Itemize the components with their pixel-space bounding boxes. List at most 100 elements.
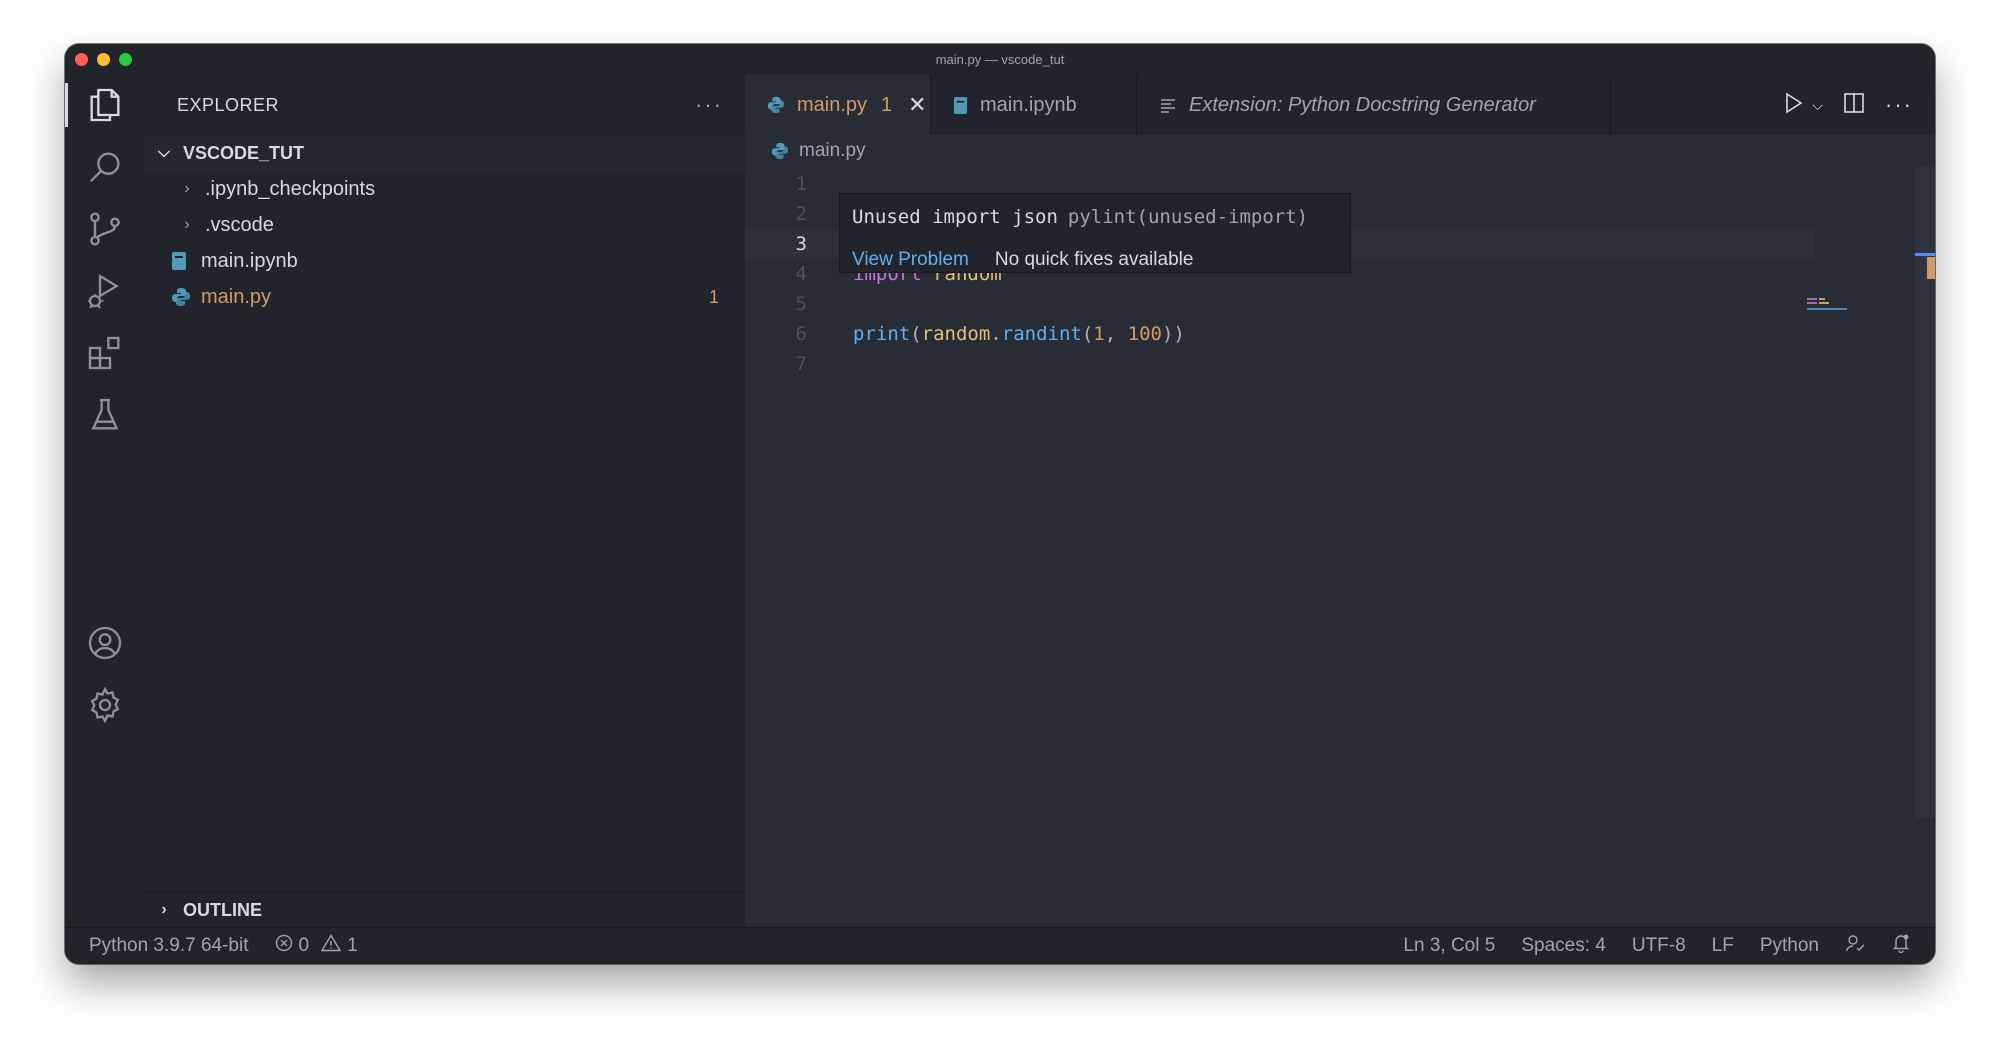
split-editor-icon[interactable] [1843,92,1865,119]
code-token: )) [1161,323,1185,345]
error-count: 0 [298,935,310,956]
chevron-right-icon: › [184,180,190,197]
hover-source: pylint(unused-import) [1067,206,1309,228]
extensions-icon[interactable] [65,323,145,383]
code-token: 100 [1127,323,1162,345]
status-bar: Python 3.9.7 64-bit 0 1 Ln 3, Col 5 Spac… [65,927,1935,964]
code-token: ( [910,323,922,345]
breadcrumb: main.py [745,135,1935,167]
settings-gear-icon[interactable] [65,675,145,735]
title-bar: main.py — vscode_tut [65,44,1935,75]
tree-item-ipynb-checkpoints[interactable]: › .ipynb_checkpoints [145,171,745,207]
line-number: 1 [795,173,807,195]
end-of-line[interactable]: LF [1712,935,1734,957]
python-interpreter[interactable]: Python 3.9.7 64-bit [89,935,249,957]
line-number: 6 [795,323,807,345]
code-token: 1 [1093,323,1105,345]
feedback-icon[interactable] [1845,933,1865,959]
status-right: Ln 3, Col 5 Spaces: 4 UTF-8 LF Python [1403,933,1935,959]
notebook-file-icon [171,251,191,271]
line-number: 4 [795,263,807,285]
outline-section[interactable]: › OUTLINE [145,891,745,928]
code-token: , [1104,323,1128,345]
more-actions-icon[interactable]: ··· [695,92,723,118]
line-number: 7 [795,353,807,375]
notifications-bell-icon[interactable] [1891,933,1911,959]
tree-item-vscode[interactable]: › .vscode [145,207,745,243]
minimap[interactable] [1807,295,1907,311]
tree-item-label: main.py [201,285,272,308]
tab-extension-docstring[interactable]: Extension: Python Docstring Generator [1137,75,1611,135]
explorer-sidebar: EXPLORER ··· ⌵ VSCODE_TUT › .ipynb_check… [145,75,745,928]
code-editor[interactable]: 1 2 3 import json 4 import random 5 6 pr… [745,167,1935,928]
more-actions-icon[interactable]: ··· [1885,92,1913,118]
scroll-cursor-marker [1915,253,1935,256]
close-icon[interactable]: ✕ [908,92,926,118]
run-debug-icon[interactable] [65,261,145,321]
tab-problem-badge: 1 [881,93,893,116]
tab-main-py[interactable]: main.py 1 ✕ [745,75,931,135]
indentation[interactable]: Spaces: 4 [1521,935,1606,957]
language-mode[interactable]: Python [1760,935,1819,957]
tree-item-main-ipynb[interactable]: main.ipynb [145,243,745,279]
editor-actions: ⌵ ··· [1784,75,1913,135]
python-file-icon [767,96,785,114]
line-number: 5 [795,293,807,315]
encoding[interactable]: UTF-8 [1632,935,1686,957]
editor-area: main.py 1 ✕ main.ipynb Extension: Python… [745,75,1935,928]
breadcrumb-file[interactable]: main.py [799,140,866,162]
activity-bar [65,75,145,928]
tree-item-main-py[interactable]: main.py 1 [145,279,745,315]
tab-label: Extension: Python Docstring Generator [1189,93,1536,116]
zoom-window-button[interactable] [119,53,132,66]
code-line: 7 [745,349,1815,379]
run-icon[interactable] [1784,92,1804,119]
no-quick-fixes-text: No quick fixes available [994,249,1194,270]
hover-message-text: Unused import json [852,206,1058,228]
error-icon [275,934,293,958]
problem-count-badge: 1 [708,286,719,307]
cursor-position[interactable]: Ln 3, Col 5 [1403,935,1495,957]
chevron-right-icon: › [161,901,167,918]
folder-name: VSCODE_TUT [183,142,305,163]
search-icon[interactable] [65,137,145,197]
code-token: random [921,323,991,345]
problem-hover-popup: Unused import json pylint(unused-import)… [839,193,1351,273]
line-number: 3 [795,233,807,255]
minimize-window-button[interactable] [97,53,110,66]
line-number: 2 [795,203,807,225]
accounts-icon[interactable] [65,613,145,673]
view-problem-link[interactable]: View Problem [852,249,969,271]
code-token: print [853,323,911,345]
line-content: print(random.randint(1, 100)) [853,323,1185,345]
folder-section[interactable]: ⌵ VSCODE_TUT [145,135,745,171]
tree-item-label: main.ipynb [201,249,298,272]
code-line: 6 print(random.randint(1, 100)) [745,319,1815,349]
testing-icon[interactable] [65,385,145,445]
status-left: Python 3.9.7 64-bit 0 1 [65,934,358,958]
code-token: randint [1001,323,1082,345]
source-control-icon[interactable] [65,199,145,259]
code-token: . [990,323,1002,345]
problems-indicator[interactable]: 0 1 [275,934,358,958]
code-token: ( [1081,323,1094,345]
warning-count: 1 [347,935,358,956]
vertical-scrollbar[interactable] [1915,167,1935,818]
python-file-icon [171,287,191,307]
tab-label: main.ipynb [980,93,1077,116]
notebook-file-icon [953,96,968,115]
editor-tabs: main.py 1 ✕ main.ipynb Extension: Python… [745,75,1935,135]
window-title: main.py — vscode_tut [935,52,1065,67]
outline-title: OUTLINE [183,899,262,920]
tab-main-ipynb[interactable]: main.ipynb [931,75,1137,135]
tree-item-label: .vscode [205,213,274,236]
tab-label: main.py [797,93,868,116]
explorer-icon[interactable] [65,75,145,135]
chevron-down-icon: ⌵ [157,144,171,161]
chevron-right-icon: › [184,216,190,233]
vscode-window: main.py — vscode_tut EXPLORER ··· ⌵ VSCO… [65,44,1935,964]
python-file-icon [771,142,789,160]
warning-icon [320,934,342,958]
close-window-button[interactable] [75,53,88,66]
chevron-down-icon[interactable]: ⌵ [1812,97,1823,114]
